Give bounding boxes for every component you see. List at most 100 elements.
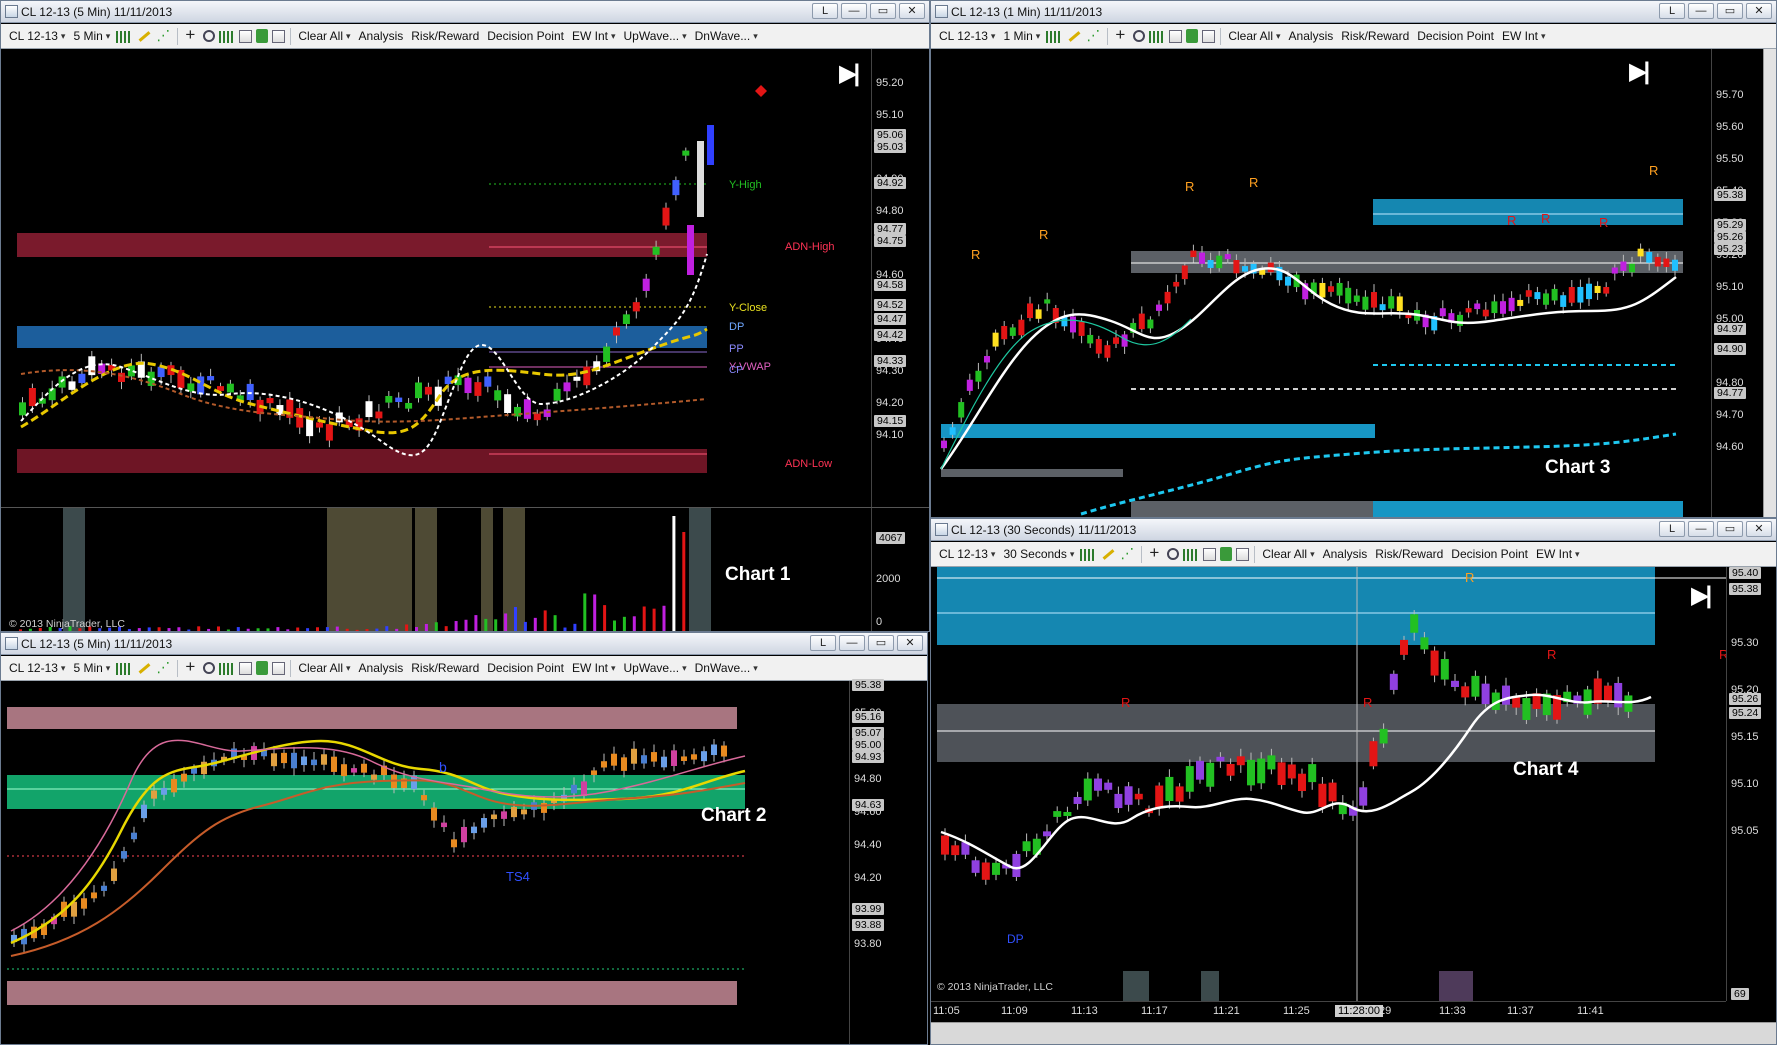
title-bar[interactable]: CL 12-13 (5 Min) 11/11/2013 L — ▭ ✕ [1, 1, 929, 23]
close-button[interactable]: ✕ [1746, 521, 1772, 537]
crosshair-icon[interactable] [1113, 25, 1129, 45]
properties-icon[interactable] [219, 663, 236, 675]
upwave-button[interactable]: UpWave... [620, 661, 691, 675]
clear-all-button[interactable]: Clear All [1224, 29, 1284, 43]
interval-selector[interactable]: 5 Min [69, 661, 114, 675]
instrument-selector[interactable]: CL 12-13 [935, 29, 999, 43]
properties-icon[interactable] [1149, 31, 1166, 43]
dnwave-button[interactable]: DnWave... [691, 29, 762, 43]
link-button[interactable]: L [1659, 521, 1685, 537]
go-to-end-icon[interactable]: ▶| [1691, 581, 1712, 610]
ew-int-button[interactable]: EW Int [568, 661, 620, 675]
decision-point-button[interactable]: Decision Point [1413, 29, 1498, 43]
risk-reward-button[interactable]: Risk/Reward [1371, 547, 1447, 561]
go-to-end-icon[interactable]: ▶| [839, 59, 860, 88]
price-panel[interactable]: R R R R R DP [931, 567, 1726, 1001]
bar-type-icon[interactable] [116, 31, 133, 43]
dollar-icon[interactable] [1186, 29, 1199, 43]
price-axis[interactable]: 95.2095.0094.8094.6094.4094.2094.0093.80… [849, 679, 927, 1044]
template-icon[interactable] [272, 29, 286, 43]
close-button[interactable]: ✕ [899, 3, 925, 19]
bar-type-icon[interactable] [1080, 549, 1097, 561]
link-button[interactable]: L [812, 3, 838, 19]
restore-button[interactable]: ▭ [1717, 521, 1743, 537]
indicator-icon[interactable]: ⋰ [156, 660, 172, 676]
bar-type-icon[interactable] [116, 663, 133, 675]
crosshair-icon[interactable] [1147, 543, 1163, 563]
decision-point-button[interactable]: Decision Point [1447, 547, 1532, 561]
restore-button[interactable]: ▭ [1717, 3, 1743, 19]
horizontal-scrollbar[interactable] [931, 1022, 1776, 1044]
zoom-icon[interactable] [203, 30, 216, 42]
zoom-icon[interactable] [1133, 30, 1146, 42]
data-box-icon[interactable] [239, 661, 253, 675]
dollar-icon[interactable] [1220, 547, 1233, 561]
risk-reward-button[interactable]: Risk/Reward [407, 29, 483, 43]
dollar-icon[interactable] [256, 29, 269, 43]
template-icon[interactable] [272, 661, 286, 675]
minimize-button[interactable]: — [1688, 521, 1714, 537]
restore-button[interactable]: ▭ [868, 635, 894, 651]
zoom-icon[interactable] [1167, 548, 1180, 560]
risk-reward-button[interactable]: Risk/Reward [407, 661, 483, 675]
data-box-icon[interactable] [1169, 29, 1183, 43]
time-axis[interactable]: 11:05 11:09 11:13 11:17 11:21 11:25 11:28:00 29… [931, 988, 1749, 1021]
ew-int-button[interactable]: EW Int [568, 29, 620, 43]
draw-pencil-icon[interactable] [1100, 546, 1116, 562]
analysis-button[interactable]: Analysis [1285, 29, 1338, 43]
interval-selector[interactable]: 1 Min [999, 29, 1044, 43]
ew-int-button[interactable]: EW Int [1498, 29, 1550, 43]
minimize-button[interactable]: — [841, 3, 867, 19]
crosshair-icon[interactable] [183, 657, 199, 677]
dollar-icon[interactable] [256, 661, 269, 675]
zoom-icon[interactable] [203, 662, 216, 674]
restore-button[interactable]: ▭ [870, 3, 896, 19]
minimize-button[interactable]: — [839, 635, 865, 651]
price-axis[interactable]: 95.2095.1095.0094.9094.8094.7094.6094.50… [871, 49, 929, 507]
upwave-button[interactable]: UpWave... [620, 29, 691, 43]
decision-point-button[interactable]: Decision Point [483, 29, 568, 43]
interval-selector[interactable]: 5 Min [69, 29, 114, 43]
analysis-button[interactable]: Analysis [355, 29, 408, 43]
properties-icon[interactable] [219, 31, 236, 43]
bar-type-icon[interactable] [1046, 31, 1063, 43]
dnwave-button[interactable]: DnWave... [691, 661, 762, 675]
indicator-icon[interactable]: ⋰ [1120, 546, 1136, 562]
template-icon[interactable] [1202, 29, 1216, 43]
indicator-icon[interactable]: ⋰ [156, 28, 172, 44]
analysis-button[interactable]: Analysis [1319, 547, 1372, 561]
draw-pencil-icon[interactable] [136, 28, 152, 44]
price-panel[interactable]: b TS4 [1, 681, 849, 1045]
candlestick-chart[interactable] [1, 49, 871, 507]
title-bar[interactable]: CL 12-13 (1 Min) 11/11/2013 L — ▭ ✕ [931, 1, 1776, 23]
price-panel[interactable]: R R R R R R R R [931, 49, 1711, 518]
instrument-selector[interactable]: CL 12-13 [935, 547, 999, 561]
draw-pencil-icon[interactable] [136, 660, 152, 676]
candlestick-chart[interactable]: b TS4 [1, 681, 849, 1045]
vertical-scrollbar[interactable] [1763, 49, 1776, 517]
draw-pencil-icon[interactable] [1066, 28, 1082, 44]
instrument-selector[interactable]: CL 12-13 [5, 661, 69, 675]
candlestick-chart[interactable]: R R R R R DP [931, 567, 1726, 1001]
close-button[interactable]: ✕ [1746, 3, 1772, 19]
instrument-selector[interactable]: CL 12-13 [5, 29, 69, 43]
risk-reward-button[interactable]: Risk/Reward [1337, 29, 1413, 43]
decision-point-button[interactable]: Decision Point [483, 661, 568, 675]
clear-all-button[interactable]: Clear All [294, 661, 354, 675]
interval-selector[interactable]: 30 Seconds [999, 547, 1078, 561]
go-to-end-icon[interactable]: ▶| [1629, 57, 1650, 86]
ew-int-button[interactable]: EW Int [1532, 547, 1584, 561]
analysis-button[interactable]: Analysis [355, 661, 408, 675]
minimize-button[interactable]: — [1688, 3, 1714, 19]
properties-icon[interactable] [1183, 549, 1200, 561]
clear-all-button[interactable]: Clear All [294, 29, 354, 43]
link-button[interactable]: L [810, 635, 836, 651]
price-axis[interactable]: 95.7095.6095.5095.4095.3095.2095.1095.00… [1711, 49, 1763, 517]
clear-all-button[interactable]: Clear All [1258, 547, 1318, 561]
indicator-icon[interactable]: ⋰ [1086, 28, 1102, 44]
price-panel[interactable] [1, 49, 871, 507]
candlestick-chart[interactable]: R R R R R R R R [931, 49, 1711, 518]
data-box-icon[interactable] [1203, 547, 1217, 561]
price-axis[interactable]: 95.30 95.20 95.15 95.10 95.05 95.40 95.38 95.26… [1726, 567, 1776, 1001]
title-bar[interactable]: CL 12-13 (30 Seconds) 11/11/2013 L — ▭ ✕ [931, 519, 1776, 541]
